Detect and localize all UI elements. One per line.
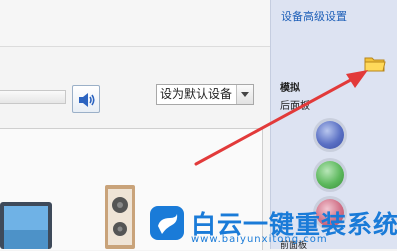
watermark-logo-icon	[150, 206, 184, 240]
watermark-url: www.baiyunxitong.com	[191, 234, 328, 245]
